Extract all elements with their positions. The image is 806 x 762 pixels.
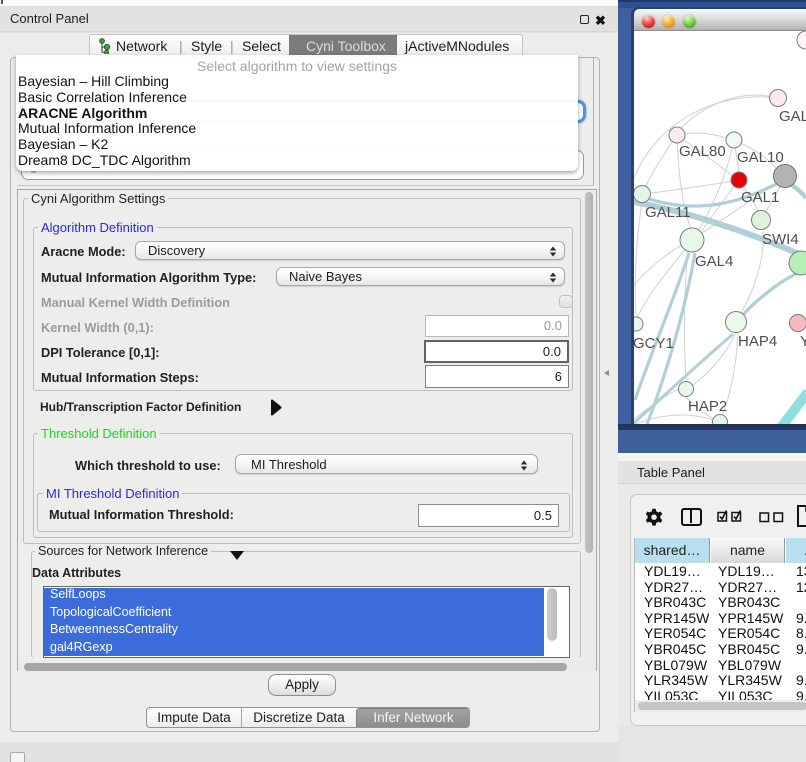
svg-text:YJ: YJ [800,333,806,350]
svg-text:HAP4: HAP4 [738,333,777,350]
svg-text:SWI4: SWI4 [762,231,799,248]
svg-text:GCY1: GCY1 [634,335,674,352]
svg-text:GAL11: GAL11 [645,204,691,221]
svg-text:GAL80: GAL80 [679,143,726,160]
svg-text:GAL10: GAL10 [737,149,784,166]
svg-text:GAL7: GAL7 [779,108,806,125]
svg-text:GAL4: GAL4 [695,253,733,270]
svg-text:HAP2: HAP2 [688,398,727,415]
svg-text:GAL1: GAL1 [741,189,779,206]
